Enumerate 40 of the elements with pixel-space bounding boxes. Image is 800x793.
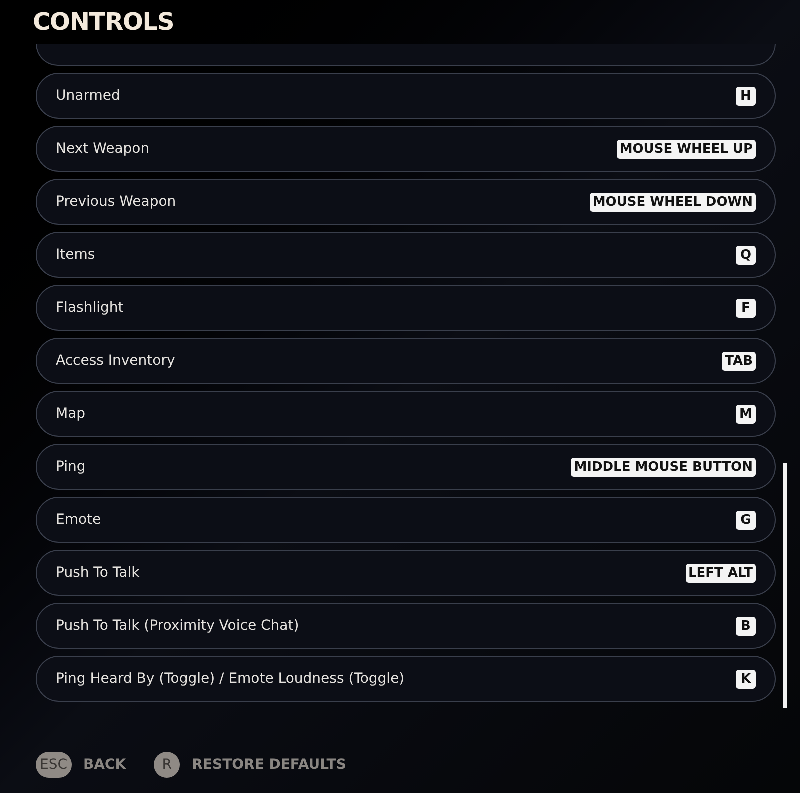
binding-row[interactable]: Emote G <box>36 497 776 543</box>
key-badge: MOUSE WHEEL DOWN <box>590 192 756 212</box>
action-label: Push To Talk <box>56 564 140 582</box>
binding-row[interactable]: Map M <box>36 391 776 437</box>
key-badge: H <box>736 86 756 106</box>
action-label: Next Weapon <box>56 140 150 158</box>
key-badge: MOUSE WHEEL UP <box>616 140 756 158</box>
key-badge: K <box>736 670 756 688</box>
screen-title: CONTROLS <box>33 7 174 38</box>
action-label: Ping Heard By (Toggle) / Emote Loudness (Toggle) <box>56 670 405 688</box>
binding-row[interactable]: Access Inventory TAB <box>36 338 776 384</box>
action-label: Flashlight <box>56 298 124 318</box>
binding-row[interactable]: Flashlight F <box>36 285 776 331</box>
action-label: Previous Weapon <box>56 192 176 212</box>
action-label: Map <box>56 404 86 424</box>
binding-row[interactable]: Next Weapon MOUSE WHEEL UP <box>36 126 776 172</box>
binding-row[interactable]: Ping MIDDLE MOUSE BUTTON <box>36 444 776 490</box>
key-badge: B <box>736 616 756 636</box>
binding-row[interactable]: Ping Heard By (Toggle) / Emote Loudness (Toggle) K <box>36 656 776 702</box>
action-label: Emote <box>56 510 102 530</box>
action-label: Unarmed <box>56 86 120 106</box>
key-badge: G <box>736 510 756 530</box>
key-badge: TAB <box>722 352 756 370</box>
key-badge: MIDDLE MOUSE BUTTON <box>571 458 756 476</box>
key-badge: F <box>736 298 756 318</box>
key-badge: LEFT ALT <box>686 564 756 582</box>
binding-row[interactable]: Push To Talk (Proximity Voice Chat) B <box>36 603 776 649</box>
binding-row[interactable]: Previous Weapon MOUSE WHEEL DOWN <box>36 179 776 225</box>
action-label: Items <box>56 246 96 264</box>
key-badge: M <box>736 404 756 424</box>
footer-action[interactable]: RESTORE DEFAULTS <box>192 754 346 776</box>
action-label: Push To Talk (Proximity Voice Chat) <box>56 616 300 636</box>
footer-action[interactable]: BACK <box>84 754 126 776</box>
scrollbar-thumb[interactable] <box>783 463 787 708</box>
binding-row[interactable]: Push To Talk LEFT ALT <box>36 550 776 596</box>
action-label: Access Inventory <box>56 352 176 370</box>
binding-row[interactable]: Items Q <box>36 232 776 278</box>
action-label: Ping <box>56 458 86 476</box>
key-badge: Q <box>736 246 756 264</box>
binding-row[interactable]: Unarmed H <box>36 73 776 119</box>
